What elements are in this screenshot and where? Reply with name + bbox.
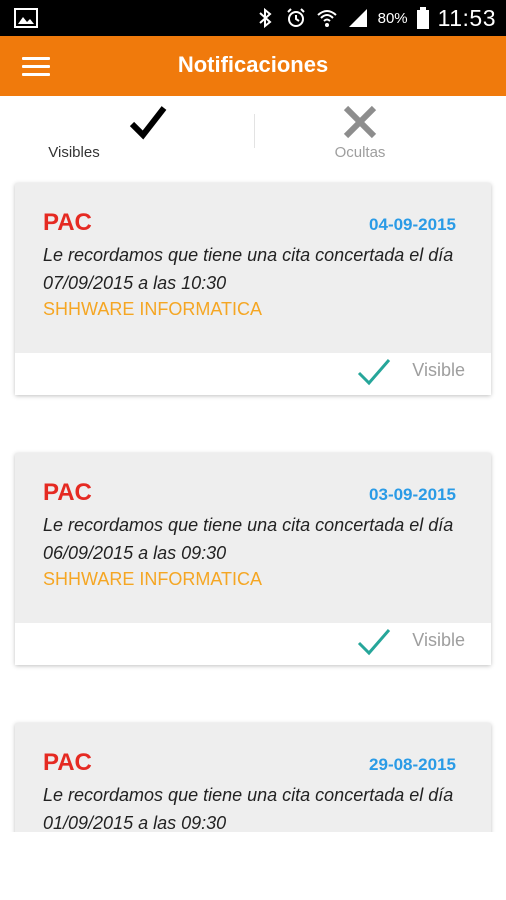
notification-company: SHHWARE INFORMATICA — [43, 299, 262, 319]
card-clip: PAC 29-08-2015 Le recordamos que tiene u… — [0, 715, 506, 832]
photo-notification-icon — [14, 8, 38, 28]
visibility-status[interactable]: Visible — [412, 630, 465, 651]
notification-message: Le recordamos que tiene una cita concert… — [43, 785, 454, 832]
battery-icon — [416, 7, 429, 29]
checkmark-icon — [129, 106, 167, 140]
notification-message: Le recordamos que tiene una cita concert… — [43, 245, 454, 293]
alarm-icon — [286, 8, 305, 27]
notification-card[interactable]: PAC 04-09-2015 Le recordamos que tiene u… — [15, 183, 491, 395]
notification-footer: Visible — [15, 623, 491, 665]
notification-footer: Visible — [15, 353, 491, 395]
visibility-status[interactable]: Visible — [412, 360, 465, 381]
visible-check-icon[interactable] — [357, 357, 391, 387]
notification-date: 03-09-2015 — [369, 485, 456, 504]
visible-check-icon[interactable] — [357, 627, 391, 657]
notification-message: Le recordamos que tiene una cita concert… — [43, 515, 454, 563]
wifi-icon — [316, 10, 337, 27]
status-bar: 80% 11:53 — [0, 0, 506, 36]
bluetooth-icon — [258, 7, 272, 29]
tab-ocultas-label: Ocultas — [334, 144, 386, 161]
notification-date: 29-08-2015 — [369, 755, 456, 774]
x-icon — [343, 105, 377, 139]
page-title: Notificaciones — [177, 52, 329, 77]
signal-icon — [348, 9, 367, 27]
notification-card[interactable]: PAC 03-09-2015 Le recordamos que tiene u… — [15, 453, 491, 665]
notification-card[interactable]: PAC 29-08-2015 Le recordamos que tiene u… — [15, 723, 491, 832]
tab-ocultas[interactable]: Ocultas — [253, 96, 506, 172]
tab-bar: Visibles Ocultas — [0, 96, 506, 172]
battery-percentage: 80% — [377, 9, 408, 27]
notification-title: PAC — [43, 749, 92, 776]
notification-date: 04-09-2015 — [369, 215, 456, 234]
status-time: 11:53 — [437, 4, 496, 31]
notification-title: PAC — [43, 479, 92, 506]
notification-title: PAC — [43, 209, 92, 236]
app-bar: Notificaciones — [0, 36, 506, 96]
notification-company: SHHWARE INFORMATICA — [43, 569, 262, 589]
